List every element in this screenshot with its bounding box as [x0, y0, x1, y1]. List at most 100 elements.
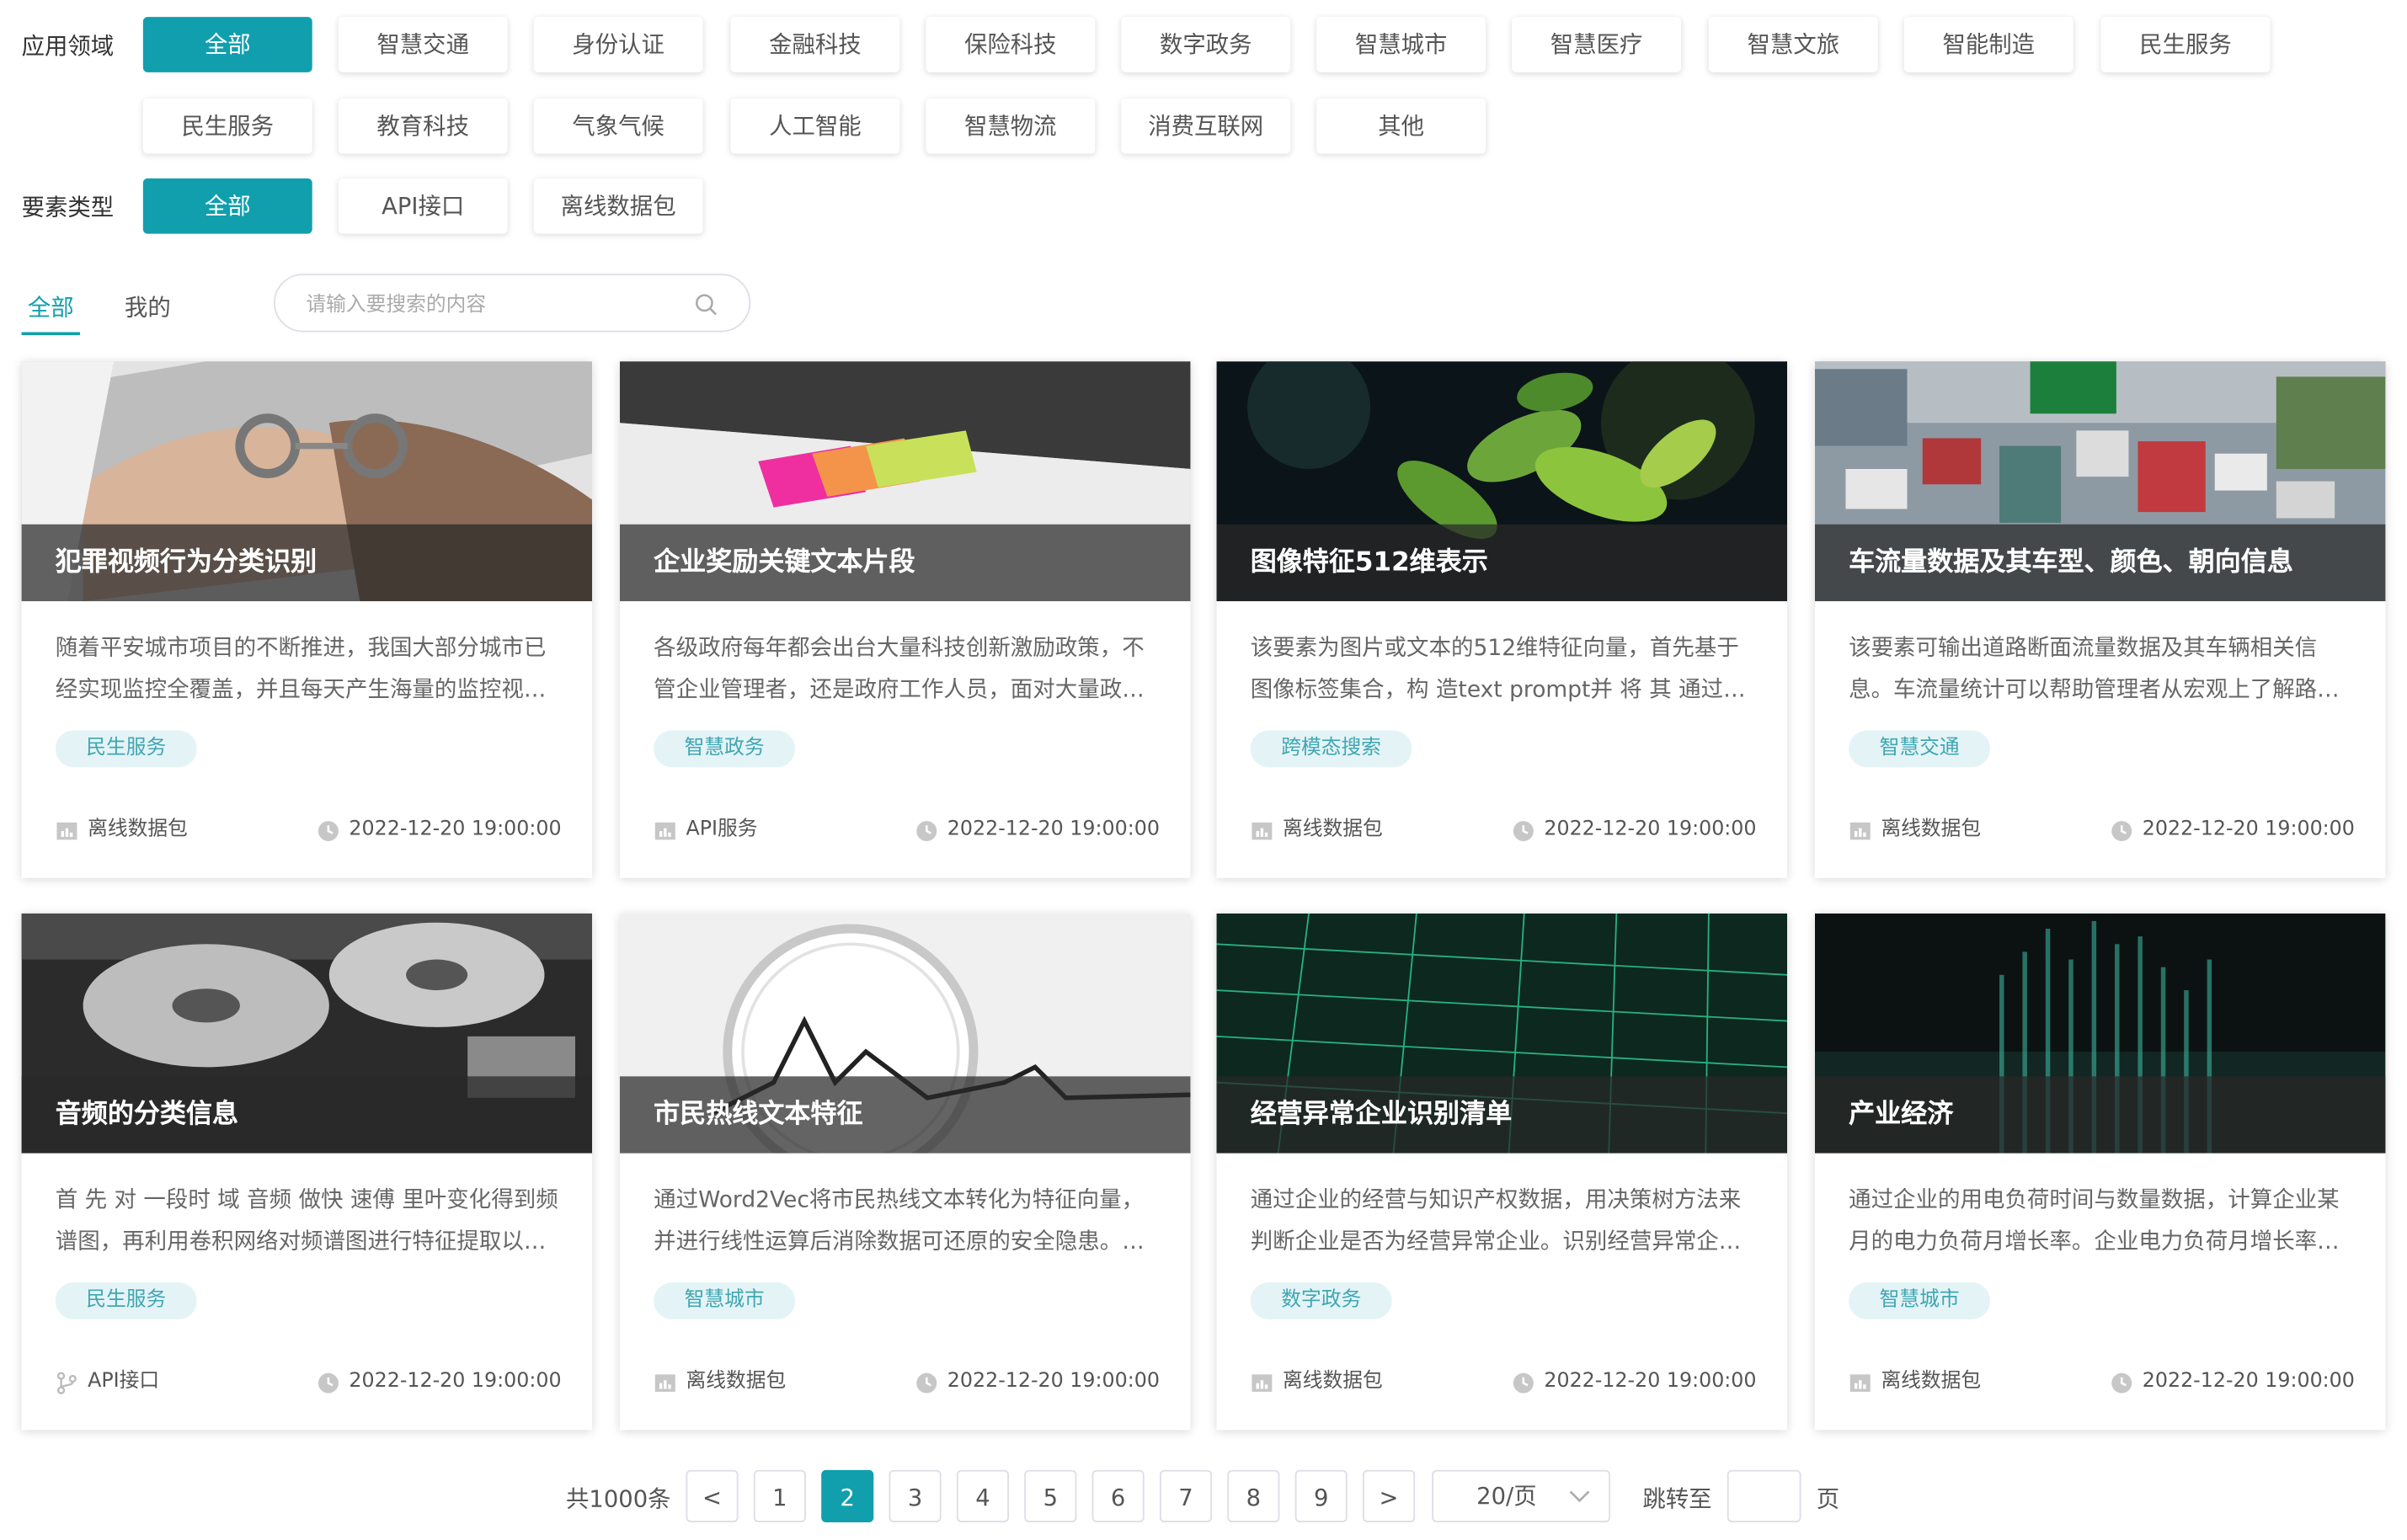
search-input[interactable]	[302, 287, 679, 322]
card-time: 2022-12-20 19:00:00	[2110, 812, 2355, 849]
card-description: 各级政府每年都会出台大量科技创新激励政策，不管企业管理者，还是政府工作人员，面对…	[654, 637, 1145, 703]
domain-tag[interactable]: 人工智能	[730, 98, 900, 154]
chevron-down-icon	[1569, 1490, 1590, 1503]
domain-tag[interactable]: 智慧城市	[1316, 17, 1486, 72]
pagination-page[interactable]: 4	[956, 1469, 1009, 1522]
card-type: 离线数据包	[56, 812, 188, 849]
clock-icon	[318, 1372, 339, 1393]
tab-all[interactable]: 全部	[28, 289, 74, 326]
card-type-label: 离线数据包	[1283, 818, 1383, 841]
card-time-label: 2022-12-20 19:00:00	[349, 818, 562, 841]
domain-tag[interactable]: 智慧交通	[338, 17, 508, 72]
type-tag-api[interactable]: API接口	[338, 178, 508, 234]
card-category-badge: 跨模态搜索	[1250, 730, 1412, 768]
pagination-page[interactable]: 5	[1024, 1469, 1077, 1522]
element-card[interactable]: 音频的分类信息 首 先 对 一段时 域 音频 做快 速傅 里叶变化得到频谱图，再…	[21, 913, 593, 1431]
card-time-label: 2022-12-20 19:00:00	[1544, 1370, 1757, 1393]
card-time-label: 2022-12-20 19:00:00	[947, 818, 1160, 841]
clock-icon	[916, 820, 937, 841]
domain-tag[interactable]: 智慧文旅	[1708, 17, 1878, 72]
type-tag-offline[interactable]: 离线数据包	[533, 178, 703, 234]
card-time-label: 2022-12-20 19:00:00	[947, 1370, 1160, 1393]
domain-tag[interactable]: 气象气候	[533, 98, 703, 154]
clock-icon	[1513, 820, 1534, 841]
domain-tag[interactable]: 智能制造	[1903, 17, 2073, 72]
element-card[interactable]: 犯罪视频行为分类识别 随着平安城市项目的不断推进，我国大部分城市已经实现监控全覆…	[21, 361, 593, 878]
page: 应用领域 要素类型 全部 智慧交通 身份认证 金融科技 保险科技 数字政务 智慧…	[0, 0, 2407, 1539]
page-size-select[interactable]: 20/页	[1432, 1469, 1611, 1522]
card-time: 2022-12-20 19:00:00	[1512, 1364, 1757, 1401]
card-type-label: 离线数据包	[686, 1370, 787, 1393]
card-type-label: 离线数据包	[88, 818, 188, 841]
pagination-next-button[interactable]: >	[1363, 1469, 1416, 1522]
pagination-page[interactable]: 9	[1294, 1469, 1348, 1522]
card-category-badge: 民生服务	[55, 1282, 197, 1319]
domain-tag[interactable]: 数字政务	[1121, 17, 1291, 72]
card-title: 音频的分类信息	[55, 1099, 239, 1131]
card-type: 离线数据包	[654, 1364, 786, 1401]
card-type: 离线数据包	[1251, 1364, 1383, 1401]
card-type-label: API服务	[686, 818, 758, 841]
page-size-value: 20/页	[1476, 1482, 1537, 1511]
card-title: 犯罪视频行为分类识别	[55, 547, 318, 578]
card-title: 产业经济	[1849, 1099, 1954, 1131]
chart-icon	[654, 821, 675, 839]
card-time: 2022-12-20 19:00:00	[915, 1364, 1160, 1401]
jump-page-input[interactable]	[1727, 1469, 1801, 1522]
card-category-badge: 数字政务	[1250, 1282, 1392, 1319]
card-description: 首 先 对 一段时 域 音频 做快 速傅 里叶变化得到频谱图，再利用卷积网络对频…	[55, 1188, 558, 1255]
chart-icon	[1252, 1373, 1273, 1392]
card-time: 2022-12-20 19:00:00	[317, 812, 562, 849]
clock-icon	[1513, 1372, 1534, 1393]
card-description: 通过企业的用电负荷时间与数量数据，计算企业某月的电力负荷月增长率。企业电力负荷月…	[1849, 1188, 2340, 1255]
pagination-page-current[interactable]: 2	[821, 1469, 874, 1522]
element-card[interactable]: 经营异常企业识别清单 通过企业的经营与知识产权数据，用决策树方法来判断企业是否为…	[1216, 913, 1788, 1431]
domain-tag-all[interactable]: 全部	[142, 17, 312, 72]
card-time: 2022-12-20 19:00:00	[317, 1364, 562, 1401]
domain-tag[interactable]: 智慧物流	[926, 98, 1096, 154]
card-type-label: 离线数据包	[1881, 1370, 1982, 1393]
domain-tag[interactable]: 教育科技	[338, 98, 508, 154]
card-description: 通过企业的经营与知识产权数据，用决策树方法来判断企业是否为经营异常企业。识别经营…	[1250, 1188, 1742, 1255]
domain-tag[interactable]: 身份认证	[533, 17, 703, 72]
domain-tag[interactable]: 民生服务	[2100, 17, 2271, 72]
card-type-label: 离线数据包	[1283, 1370, 1383, 1393]
card-description: 通过Word2Vec将市民热线文本转化为特征向量，并进行线性运算后消除数据可还原…	[654, 1188, 1145, 1255]
pagination-page[interactable]: 8	[1227, 1469, 1280, 1522]
search-icon[interactable]	[694, 292, 718, 317]
pagination-page[interactable]: 1	[753, 1469, 806, 1522]
clock-icon	[2111, 1372, 2132, 1393]
card-title: 经营异常企业识别清单	[1250, 1099, 1513, 1131]
domain-tag[interactable]: 智慧医疗	[1512, 17, 1682, 72]
domain-tag[interactable]: 消费互联网	[1121, 98, 1291, 154]
card-category-badge: 智慧城市	[654, 1282, 796, 1319]
domain-tag[interactable]: 保险科技	[926, 17, 1096, 72]
card-category-badge: 智慧交通	[1849, 730, 1991, 768]
card-type: API接口	[56, 1364, 159, 1401]
domain-tag[interactable]: 民生服务	[142, 98, 312, 154]
card-category-badge: 智慧城市	[1849, 1282, 1991, 1319]
card-description: 该要素为图片或文本的512维特征向量，首先基于图像标签集合，构 造text pr…	[1250, 637, 1739, 703]
pagination-page[interactable]: 3	[889, 1469, 942, 1522]
chart-icon	[1849, 1373, 1871, 1392]
card-time-label: 2022-12-20 19:00:00	[1544, 818, 1757, 841]
pagination-prev-button[interactable]: <	[686, 1469, 739, 1522]
card-description: 随着平安城市项目的不断推进，我国大部分城市已经实现监控全覆盖，并且每天产生海量的…	[55, 637, 547, 703]
tab-mine[interactable]: 我的	[125, 289, 171, 326]
element-card[interactable]: 车流量数据及其车型、颜色、朝向信息 该要素可输出道路断面流量数据及其车辆相关信息…	[1814, 361, 2386, 878]
pagination-page[interactable]: 6	[1091, 1469, 1145, 1522]
chart-icon	[654, 1373, 675, 1392]
element-card[interactable]: 图像特征512维表示 该要素为图片或文本的512维特征向量，首先基于图像标签集合…	[1216, 361, 1788, 878]
domain-tag[interactable]: 其他	[1316, 98, 1486, 154]
card-title: 图像特征512维表示	[1250, 547, 1488, 578]
element-card[interactable]: 市民热线文本特征 通过Word2Vec将市民热线文本转化为特征向量，并进行线性运…	[619, 913, 1191, 1431]
element-card[interactable]: 企业奖励关键文本片段 各级政府每年都会出台大量科技创新激励政策，不管企业管理者，…	[619, 361, 1191, 878]
element-card[interactable]: 产业经济 通过企业的用电负荷时间与数量数据，计算企业某月的电力负荷月增长率。企业…	[1814, 913, 2386, 1431]
clock-icon	[2111, 820, 2132, 841]
card-category-badge: 智慧政务	[654, 730, 796, 768]
type-tag-all[interactable]: 全部	[142, 178, 312, 234]
card-time: 2022-12-20 19:00:00	[1512, 812, 1757, 849]
domain-tag[interactable]: 金融科技	[730, 17, 900, 72]
pagination-page[interactable]: 7	[1159, 1469, 1213, 1522]
clock-icon	[318, 820, 339, 841]
